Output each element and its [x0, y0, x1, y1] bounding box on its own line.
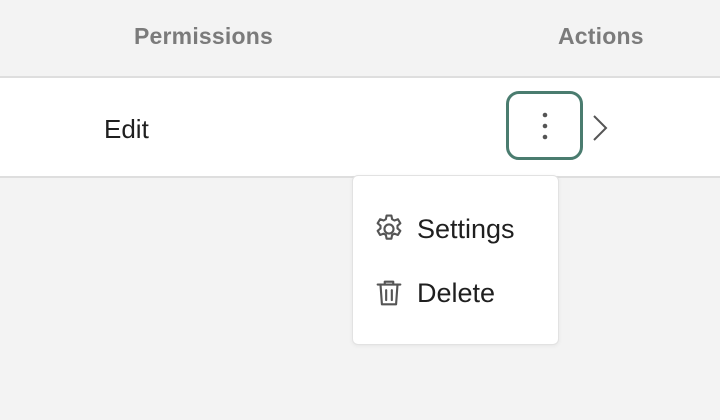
menu-item-label: Delete [417, 277, 496, 308]
row-actions-dropdown: Settings Delete [352, 175, 559, 345]
gear-icon [372, 212, 406, 246]
chevron-right-icon[interactable] [590, 114, 610, 142]
menu-item-label: Settings [417, 213, 515, 244]
menu-item-delete[interactable]: Delete [353, 267, 558, 319]
permission-cell: Edit [104, 114, 149, 144]
permissions-column-header: Permissions [134, 23, 273, 49]
row-actions-menu-button[interactable] [506, 91, 583, 160]
menu-item-settings[interactable]: Settings [353, 203, 558, 255]
page: Permissions Actions Edit Settings Delete [0, 0, 720, 420]
more-vertical-icon [542, 112, 547, 139]
trash-icon [372, 276, 406, 310]
table-row: Edit [0, 78, 720, 178]
table-header: Permissions Actions [0, 0, 720, 78]
actions-column-header: Actions [558, 23, 644, 49]
